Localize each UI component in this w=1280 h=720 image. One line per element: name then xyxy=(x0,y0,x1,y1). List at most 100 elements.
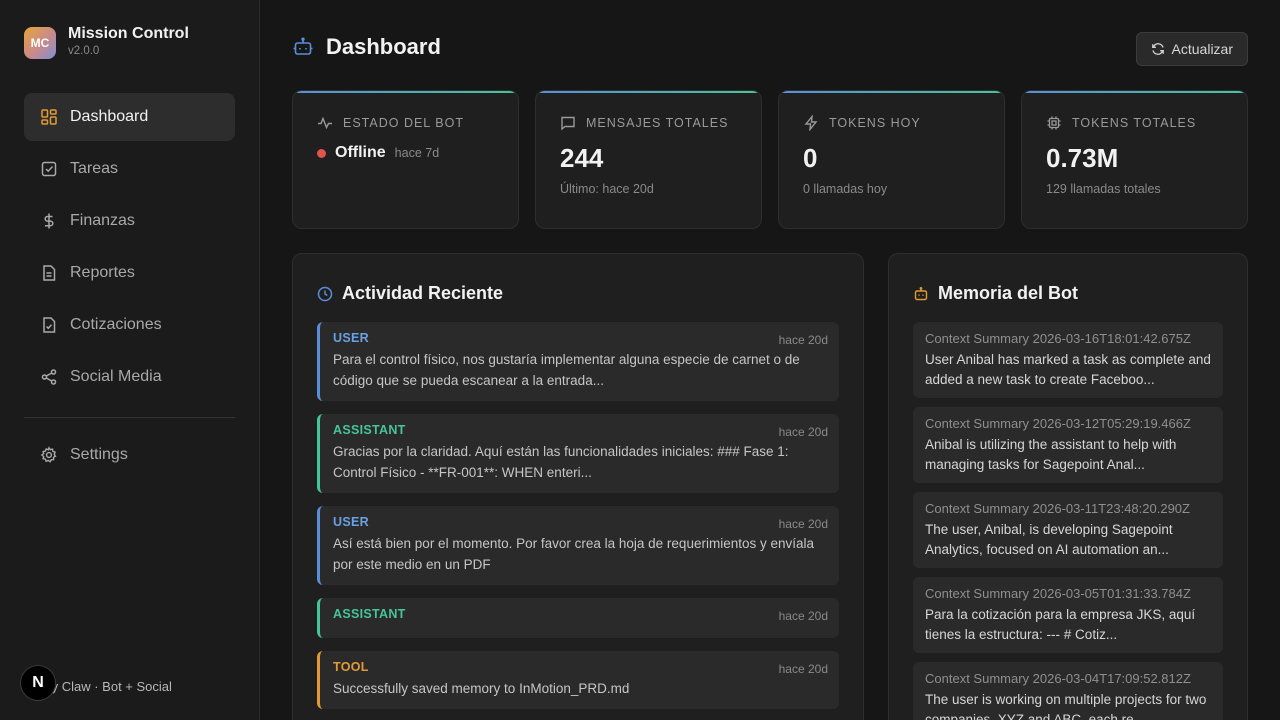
share-icon xyxy=(40,368,58,386)
page-header: Dashboard xyxy=(292,34,441,60)
messages-value: 244 xyxy=(560,143,604,173)
sidebar-item-settings[interactable]: Settings xyxy=(24,431,235,479)
activity-item[interactable]: USER hace 20d Para el control físico, no… xyxy=(317,322,839,401)
activity-time: hace 20d xyxy=(778,609,828,623)
cpu-chip-icon xyxy=(1047,116,1061,130)
memory-item[interactable]: Context Summary 2026-03-11T23:48:20.290Z… xyxy=(913,492,1223,568)
bot-icon xyxy=(914,286,928,300)
memory-item-title: Context Summary 2026-03-04T17:09:52.812Z xyxy=(925,671,1191,686)
stat-label: MENSAJES TOTALES xyxy=(586,116,729,130)
clock-icon xyxy=(317,286,333,301)
memory-item-text: User Anibal has marked a task as complet… xyxy=(925,352,1211,387)
activity-pulse-icon xyxy=(318,116,332,130)
bot-status-ago: hace 7d xyxy=(394,146,440,160)
sidebar-item-label: Reportes xyxy=(70,264,135,281)
message-icon xyxy=(561,116,575,131)
memory-item-text: The user, Anibal, is developing Sagepoin… xyxy=(925,522,1173,557)
sidebar-item-label: Social Media xyxy=(70,368,162,385)
sidebar-item-dashboard[interactable]: Dashboard xyxy=(24,93,235,141)
bot-memory-panel: Memoria del Bot Context Summary 2026-03-… xyxy=(888,253,1248,720)
sidebar-footer-text: ty Claw · Bot + Social xyxy=(48,679,172,694)
activity-text: Así está bien por el momento. Por favor … xyxy=(333,536,815,572)
activity-item[interactable]: ASSISTANT hace 20d xyxy=(317,598,839,638)
activity-item[interactable]: ASSISTANT hace 20d Gracias por la clarid… xyxy=(317,414,839,493)
brand-version: v2.0.0 xyxy=(68,45,100,57)
memory-item-title: Context Summary 2026-03-05T01:31:33.784Z xyxy=(925,586,1191,601)
activity-title: Actividad Reciente xyxy=(342,283,504,303)
activity-text: Para el control físico, nos gustaría imp… xyxy=(333,352,800,388)
activity-role: ASSISTANT xyxy=(333,423,406,437)
brand[interactable]: MC Mission Control v2.0.0 xyxy=(24,24,189,59)
activity-text: Successfully saved memory to InMotion_PR… xyxy=(333,681,630,696)
activity-role: USER xyxy=(333,515,369,529)
refresh-button[interactable]: Actualizar xyxy=(1135,32,1248,66)
sidebar-item-cotizaciones[interactable]: Cotizaciones xyxy=(24,301,235,349)
memory-item-text: Para la cotización para la empresa JKS, … xyxy=(925,607,1196,642)
dashboard-grid-icon xyxy=(40,108,58,126)
sidebar-nav: Dashboard Tareas Finanzas Reportes Cotiz… xyxy=(24,93,235,483)
sidebar-item-label: Cotizaciones xyxy=(70,316,162,333)
sidebar-item-label: Settings xyxy=(70,446,128,463)
bot-status-value: Offline xyxy=(335,144,386,161)
sidebar-item-label: Finanzas xyxy=(70,212,135,229)
activity-time: hace 20d xyxy=(778,517,828,531)
document-check-icon xyxy=(40,316,58,334)
activity-item[interactable]: USER hace 20d Así está bien por el momen… xyxy=(317,506,839,585)
memory-item[interactable]: Context Summary 2026-03-04T17:09:52.812Z… xyxy=(913,662,1223,720)
tokens-today-value: 0 xyxy=(803,143,818,173)
main-content: Dashboard Actualizar ESTADO DEL BOT Offl… xyxy=(260,0,1280,720)
sidebar-item-tareas[interactable]: Tareas xyxy=(24,145,235,193)
activity-role: ASSISTANT xyxy=(333,607,406,621)
brand-logo: MC xyxy=(24,27,56,59)
sidebar: MC Mission Control v2.0.0 Dashboard Tare… xyxy=(0,0,260,720)
stat-label: ESTADO DEL BOT xyxy=(343,116,464,130)
recent-activity-panel: Actividad Reciente USER hace 20d Para el… xyxy=(292,253,864,720)
tokens-total-value: 0.73M xyxy=(1046,143,1119,173)
activity-text: Gracias por la claridad. Aquí están las … xyxy=(333,444,789,480)
tokens-today-sub: 0 llamadas hoy xyxy=(803,182,888,196)
memory-item[interactable]: Context Summary 2026-03-05T01:31:33.784Z… xyxy=(913,577,1223,653)
activity-time: hace 20d xyxy=(778,333,828,347)
sidebar-item-label: Dashboard xyxy=(70,108,149,125)
status-dot xyxy=(317,148,326,158)
activity-role: USER xyxy=(333,331,369,345)
refresh-icon xyxy=(1151,43,1164,55)
dollar-icon xyxy=(40,212,58,230)
brand-name: Mission Control xyxy=(68,25,189,42)
memory-item-title: Context Summary 2026-03-11T23:48:20.290Z xyxy=(925,501,1190,516)
tokens-total-card: TOKENS TOTALES 0.73M 129 llamadas totale… xyxy=(1021,90,1248,229)
bot-status-card: ESTADO DEL BOT Offline hace 7d xyxy=(292,90,519,229)
stats-row: ESTADO DEL BOT Offline hace 7d MENSAJES … xyxy=(292,90,1248,229)
stat-label: TOKENS HOY xyxy=(829,116,921,130)
activity-time: hace 20d xyxy=(778,425,828,439)
memory-item[interactable]: Context Summary 2026-03-12T05:29:19.466Z… xyxy=(913,407,1223,483)
dev-badge[interactable]: N xyxy=(20,665,56,701)
gear-icon xyxy=(40,446,58,464)
sidebar-item-reportes[interactable]: Reportes xyxy=(24,249,235,297)
document-icon xyxy=(40,264,58,282)
memory-item-title: Context Summary 2026-03-12T05:29:19.466Z xyxy=(925,416,1191,431)
stat-label: TOKENS TOTALES xyxy=(1072,116,1197,130)
refresh-label: Actualizar xyxy=(1171,41,1233,57)
activity-list: USER hace 20d Para el control físico, no… xyxy=(317,322,839,720)
sidebar-item-label: Tareas xyxy=(70,160,119,177)
memory-item-title: Context Summary 2026-03-16T18:01:42.675Z xyxy=(925,331,1191,346)
memory-item-text: The user is working on multiple projects… xyxy=(925,692,1207,720)
activity-role: TOOL xyxy=(333,660,369,674)
page-title: Dashboard xyxy=(326,34,441,59)
nav-divider xyxy=(24,417,235,418)
memory-title: Memoria del Bot xyxy=(938,283,1079,303)
memory-item[interactable]: Context Summary 2026-03-16T18:01:42.675Z… xyxy=(913,322,1223,398)
activity-time: hace 20d xyxy=(778,662,828,676)
activity-item[interactable]: TOOL hace 20d Successfully saved memory … xyxy=(317,651,839,709)
tokens-today-card: TOKENS HOY 0 0 llamadas hoy xyxy=(778,90,1005,229)
lightning-icon xyxy=(804,115,818,131)
bot-icon xyxy=(292,36,314,58)
memory-item-text: Anibal is utilizing the assistant to hel… xyxy=(925,437,1177,472)
sidebar-item-finanzas[interactable]: Finanzas xyxy=(24,197,235,245)
messages-sub: Último: hace 20d xyxy=(560,182,654,196)
sidebar-item-social-media[interactable]: Social Media xyxy=(24,353,235,401)
tokens-total-sub: 129 llamadas totales xyxy=(1046,182,1161,196)
checkbox-icon xyxy=(40,160,58,178)
messages-card: MENSAJES TOTALES 244 Último: hace 20d xyxy=(535,90,762,229)
